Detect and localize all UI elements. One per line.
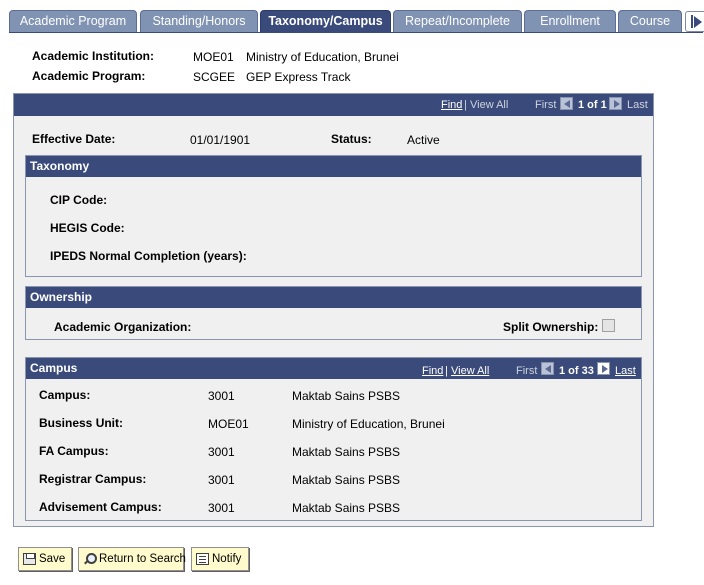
split-ownership-checkbox[interactable] bbox=[602, 319, 615, 332]
registrar-campus-desc: Maktab Sains PSBS bbox=[292, 473, 401, 487]
effective-dated-group: Find | View All First 1 of 1 Last Effect… bbox=[13, 93, 654, 527]
tab-taxonomy-campus[interactable]: Taxonomy/Campus bbox=[260, 10, 391, 33]
cip-code-label: CIP Code: bbox=[50, 193, 108, 207]
find-link[interactable]: Find bbox=[441, 99, 462, 111]
institution-label: Academic Institution: bbox=[32, 49, 155, 63]
campus-chevron-right-icon[interactable] bbox=[597, 362, 610, 375]
program-label: Academic Program: bbox=[32, 69, 146, 83]
status-label: Status: bbox=[331, 132, 372, 146]
campus-code: 3001 bbox=[208, 389, 235, 403]
campus-title: Campus bbox=[30, 361, 78, 375]
academic-organization-label: Academic Organization: bbox=[54, 320, 192, 334]
notify-button-label: Notify bbox=[212, 553, 242, 565]
save-button[interactable]: Save bbox=[18, 547, 72, 571]
status-value: Active bbox=[407, 133, 440, 147]
return-to-search-button[interactable]: Return to Search bbox=[78, 547, 186, 571]
tab-strip: Academic Program Standing/Honors Taxonom… bbox=[9, 10, 704, 33]
advisement-campus-desc: Maktab Sains PSBS bbox=[292, 501, 401, 515]
registrar-campus-code: 3001 bbox=[208, 473, 235, 487]
ipeds-completion-label: IPEDS Normal Completion (years): bbox=[50, 249, 247, 263]
chevron-right-icon bbox=[609, 97, 622, 110]
effective-date-value: 01/01/1901 bbox=[190, 133, 251, 147]
campus-section: Campus Find | View All First 1 of 33 Las… bbox=[25, 357, 642, 521]
tab-repeat-incomplete[interactable]: Repeat/Incomplete bbox=[393, 10, 522, 33]
hegis-code-label: HEGIS Code: bbox=[50, 221, 125, 235]
institution-code: MOE01 bbox=[193, 50, 234, 64]
ownership-header: Ownership bbox=[26, 287, 641, 308]
taxonomy-header: Taxonomy bbox=[26, 156, 641, 177]
save-icon bbox=[23, 553, 36, 565]
program-name: GEP Express Track bbox=[246, 70, 351, 84]
business-unit-code: MOE01 bbox=[208, 417, 249, 431]
row-position: 1 of 1 bbox=[578, 99, 607, 111]
taxonomy-section: Taxonomy CIP Code: HEGIS Code: IPEDS Nor… bbox=[25, 155, 642, 277]
campus-nav-separator: | bbox=[445, 365, 448, 377]
notify-icon bbox=[196, 553, 209, 565]
institution-name: Ministry of Education, Brunei bbox=[246, 50, 399, 64]
effective-date-label: Effective Date: bbox=[32, 132, 116, 146]
tab-enrollment[interactable]: Enrollment bbox=[524, 10, 616, 33]
group-content: Effective Date: 01/01/1901 Status: Activ… bbox=[14, 116, 653, 526]
fa-campus-label: FA Campus: bbox=[39, 444, 109, 458]
campus-chevron-left-icon bbox=[541, 362, 554, 375]
tab-course[interactable]: Course bbox=[618, 10, 682, 33]
search-icon bbox=[83, 553, 97, 565]
fa-campus-code: 3001 bbox=[208, 445, 235, 459]
tab-academic-program[interactable]: Academic Program bbox=[9, 10, 137, 33]
campus-find-link[interactable]: Find bbox=[422, 365, 443, 377]
tab-standing-honors[interactable]: Standing/Honors bbox=[140, 10, 258, 33]
advisement-campus-label: Advisement Campus: bbox=[39, 500, 162, 514]
tab-underline bbox=[9, 32, 703, 33]
advisement-campus-code: 3001 bbox=[208, 501, 235, 515]
chevron-left-icon bbox=[560, 97, 573, 110]
campus-label: Campus: bbox=[39, 388, 91, 402]
notify-button[interactable]: Notify bbox=[191, 547, 249, 571]
campus-view-all-link[interactable]: View All bbox=[451, 365, 489, 377]
split-ownership-label: Split Ownership: bbox=[503, 320, 599, 334]
campus-desc: Maktab Sains PSBS bbox=[292, 389, 401, 403]
campus-last-link[interactable]: Last bbox=[615, 365, 636, 377]
business-unit-desc: Ministry of Education, Brunei bbox=[292, 417, 445, 431]
nav-separator: | bbox=[464, 99, 467, 111]
fa-campus-desc: Maktab Sains PSBS bbox=[292, 445, 401, 459]
ownership-section: Ownership Academic Organization: Split O… bbox=[25, 286, 642, 340]
first-link: First bbox=[535, 99, 557, 111]
save-button-label: Save bbox=[39, 553, 66, 565]
return-to-search-label: Return to Search bbox=[99, 553, 186, 565]
registrar-campus-label: Registrar Campus: bbox=[39, 472, 147, 486]
business-unit-label: Business Unit: bbox=[39, 416, 124, 430]
campus-row-position: 1 of 33 bbox=[559, 365, 594, 377]
tab-scroll-right-icon[interactable] bbox=[685, 11, 704, 32]
last-link: Last bbox=[627, 99, 648, 111]
group-nav-bar: Find | View All First 1 of 1 Last bbox=[14, 94, 653, 116]
campus-first-link: First bbox=[516, 365, 538, 377]
program-code: SCGEE bbox=[193, 70, 236, 84]
view-all-link: View All bbox=[470, 99, 509, 111]
